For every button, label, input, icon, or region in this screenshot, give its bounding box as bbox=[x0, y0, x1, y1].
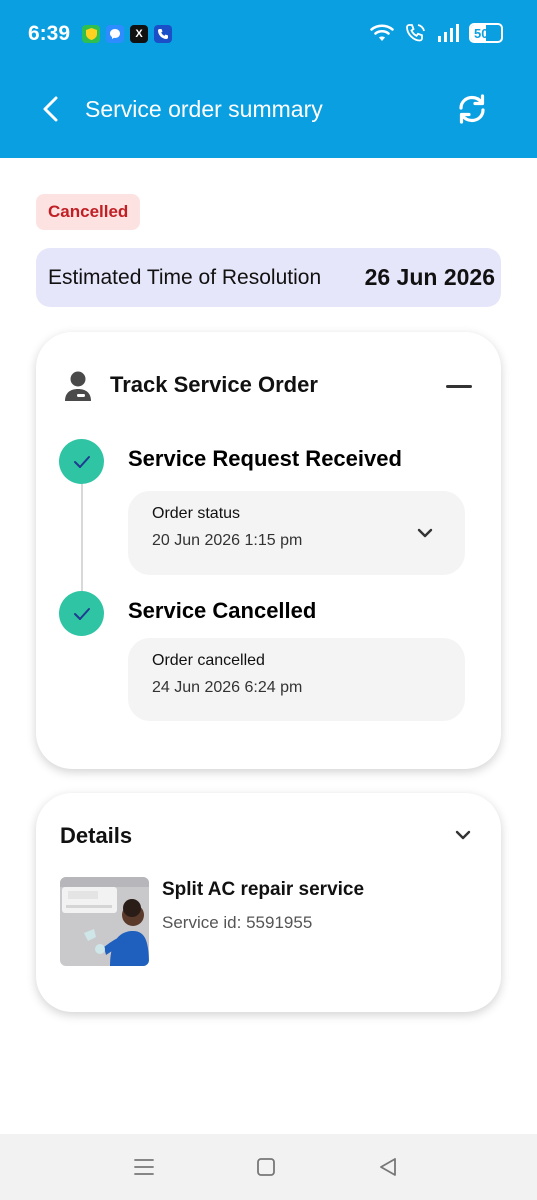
home-button[interactable] bbox=[253, 1154, 279, 1180]
step-timestamp: 20 Jun 2026 1:15 pm bbox=[152, 532, 303, 549]
battery-icon: 50 bbox=[469, 23, 503, 43]
service-name: Split AC repair service bbox=[162, 879, 365, 900]
timeline-connector bbox=[81, 482, 83, 594]
recents-button[interactable] bbox=[131, 1154, 157, 1180]
check-icon bbox=[59, 439, 104, 484]
check-icon bbox=[59, 591, 104, 636]
status-bar: 6:39 X 50 bbox=[0, 0, 537, 70]
step-status-label: Order status bbox=[152, 505, 241, 522]
step-detail-box[interactable]: Order status 20 Jun 2026 1:15 pm bbox=[128, 491, 465, 575]
service-thumbnail bbox=[60, 877, 149, 966]
call-icon bbox=[406, 24, 425, 42]
step-detail-box: Order cancelled 24 Jun 2026 6:24 pm bbox=[128, 638, 465, 721]
refresh-icon bbox=[459, 94, 485, 124]
back-nav-button[interactable] bbox=[375, 1154, 401, 1180]
resolution-banner: Estimated Time of Resolution 26 Jun 2026 bbox=[36, 248, 501, 307]
status-badge: Cancelled bbox=[36, 194, 141, 230]
back-triangle-icon bbox=[380, 1158, 396, 1176]
service-id: Service id: 5591955 bbox=[162, 913, 313, 932]
page-title: Service order summary bbox=[85, 96, 323, 122]
battery-level: 50 bbox=[474, 25, 489, 41]
system-nav-bar bbox=[0, 1134, 537, 1200]
details-title: Details bbox=[60, 823, 133, 848]
details-card: Details Split AC repair service Service … bbox=[36, 793, 501, 1012]
step-title: Service Request Received bbox=[128, 446, 402, 471]
wifi-icon bbox=[370, 24, 394, 41]
app-bar: Service order summary bbox=[0, 70, 537, 158]
minus-icon bbox=[446, 384, 472, 388]
resolution-label: Estimated Time of Resolution bbox=[48, 265, 322, 289]
refresh-button[interactable] bbox=[453, 90, 491, 128]
signal-icon bbox=[438, 24, 459, 42]
chevron-down-icon[interactable] bbox=[415, 523, 435, 543]
person-icon bbox=[65, 371, 91, 401]
step-status-label: Order cancelled bbox=[152, 652, 265, 669]
home-square-icon bbox=[257, 1158, 275, 1176]
status-time: 6:39 bbox=[28, 22, 71, 45]
details-toggle-button[interactable] bbox=[451, 823, 475, 847]
phone-app-icon bbox=[154, 25, 172, 43]
resolution-date: 26 Jun 2026 bbox=[364, 264, 495, 290]
back-arrow-icon bbox=[43, 96, 58, 122]
track-title: Track Service Order bbox=[110, 372, 318, 397]
track-order-card: Track Service Order Service Request Rece… bbox=[36, 332, 501, 769]
step-title: Service Cancelled bbox=[128, 598, 317, 623]
messenger-app-icon bbox=[106, 25, 124, 43]
shield-app-icon bbox=[82, 25, 100, 43]
chevron-down-icon bbox=[455, 830, 471, 840]
back-button[interactable] bbox=[36, 94, 66, 124]
collapse-button[interactable] bbox=[445, 372, 473, 400]
status-app-icons: X bbox=[82, 25, 172, 43]
menu-lines-icon bbox=[134, 1159, 154, 1175]
step-timestamp: 24 Jun 2026 6:24 pm bbox=[152, 679, 303, 696]
x-app-icon: X bbox=[130, 25, 148, 43]
status-indicators: 50 bbox=[369, 23, 503, 43]
